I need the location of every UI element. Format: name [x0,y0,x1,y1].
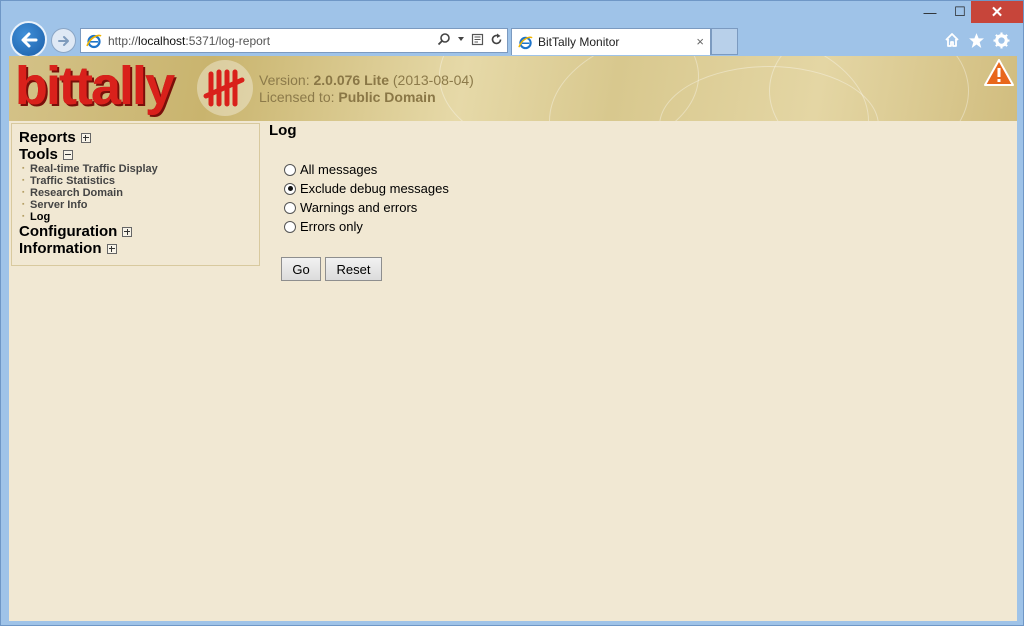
dropdown-arrow-icon[interactable] [457,35,465,43]
sidebar-item-tools[interactable]: Tools [19,146,259,163]
search-icon[interactable] [437,32,451,46]
ie-logo-icon [86,34,102,48]
tab-close-icon[interactable]: × [696,34,704,49]
browser-window: — ☐ ✕ http://localhost:5371/log-report B… [0,0,1024,626]
option-errors-only[interactable]: Errors only [284,217,449,236]
collapse-icon[interactable] [62,149,73,160]
page-content: bittally Version: 2.0.076 Lite (2013-08-… [9,56,1017,621]
expand-icon[interactable] [122,226,133,237]
radio-button[interactable] [284,163,296,176]
log-filter-options: All messages Exclude debug messages Warn… [284,160,449,236]
sidebar-item-label: Tools [19,146,58,163]
reset-button[interactable]: Reset [325,257,382,281]
close-window-button[interactable]: ✕ [971,1,1023,23]
url-text: http://localhost:5371/log-report [108,33,271,48]
option-all-messages[interactable]: All messages [284,160,449,179]
page-title: Log [269,122,297,139]
bittally-logo: bittally [15,56,175,116]
sidebar-subitem-realtime[interactable]: Real-time Traffic Display [19,163,259,175]
option-exclude-debug[interactable]: Exclude debug messages [284,179,449,198]
back-arrow-icon [21,32,37,47]
tally-marks-icon [197,60,253,116]
gear-icon[interactable] [990,29,1012,51]
ie-logo-icon [518,36,533,49]
warning-icon[interactable] [983,58,1015,88]
header-banner: bittally Version: 2.0.076 Lite (2013-08-… [9,56,1017,121]
version-info: Version: 2.0.076 Lite (2013-08-04) Licen… [259,72,474,105]
sidebar-item-label: Information [19,240,102,257]
go-button[interactable]: Go [281,257,321,281]
radio-button[interactable] [284,201,296,214]
sidebar-item-information[interactable]: Information [19,240,259,257]
sidebar-subitem-server-info[interactable]: Server Info [19,199,259,211]
forward-arrow-icon [57,35,69,46]
sidebar-item-label: Reports [19,129,76,146]
sidebar-item-reports[interactable]: Reports [19,129,259,146]
refresh-icon[interactable] [490,33,503,46]
back-button[interactable] [10,21,47,58]
sidebar-subitem-research-domain[interactable]: Research Domain [19,187,259,199]
radio-button-selected[interactable] [284,182,296,195]
sidebar-item-configuration[interactable]: Configuration [19,223,259,240]
tab-bittally-monitor[interactable]: BitTally Monitor × [511,28,711,55]
option-label: Errors only [300,219,363,234]
option-warnings-and-errors[interactable]: Warnings and errors [284,198,449,217]
option-label: All messages [300,162,378,177]
minimize-button[interactable]: — [915,1,945,23]
new-tab-button[interactable] [711,28,738,55]
address-bar[interactable]: http://localhost:5371/log-report [80,28,508,53]
option-label: Warnings and errors [300,200,418,215]
star-icon[interactable] [965,29,987,51]
compatibility-view-icon[interactable] [471,33,484,46]
option-label: Exclude debug messages [300,181,449,196]
sidebar-subitem-traffic-statistics[interactable]: Traffic Statistics [19,175,259,187]
tab-title: BitTally Monitor [538,35,620,49]
sidebar-nav: Reports Tools Real-time Traffic Display … [11,123,260,266]
home-icon[interactable] [941,29,963,51]
sidebar-item-label: Configuration [19,223,118,240]
expand-icon[interactable] [106,243,117,254]
expand-icon[interactable] [80,132,91,143]
forward-button[interactable] [51,28,76,53]
sidebar-subitem-log[interactable]: Log [19,211,259,223]
radio-button[interactable] [284,220,296,233]
